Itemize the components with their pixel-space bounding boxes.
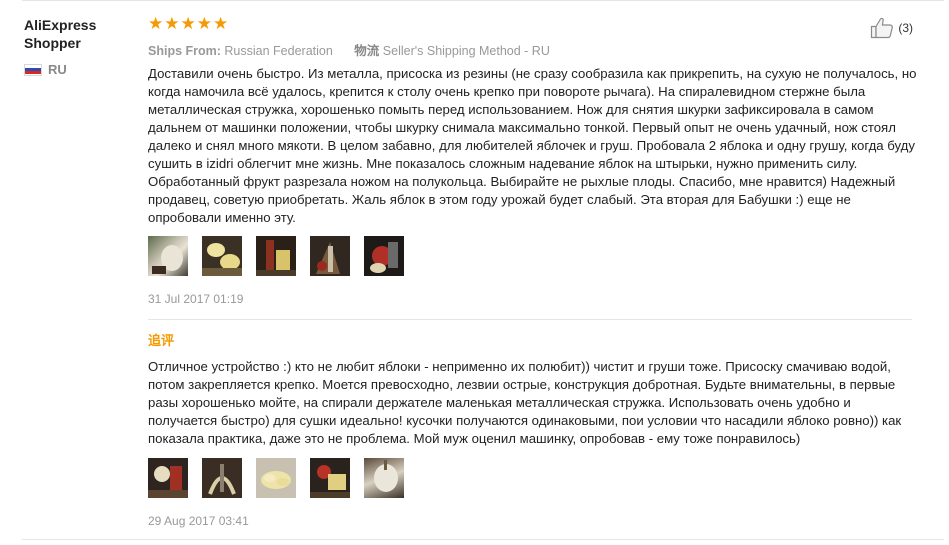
shipping-info: Ships From: Russian Federation 物流 Seller… [148,40,550,59]
star-rating: ★ ★ ★ ★ ★ [148,16,228,33]
helpful-count: (3) [898,21,913,35]
followup-photos [148,458,404,498]
followup-divider [148,319,912,320]
review-date: 31 Jul 2017 01:19 [148,292,244,306]
russia-flag-icon [24,63,42,76]
followup-photo-thumbnail[interactable] [148,458,188,498]
review-photo-thumbnail[interactable] [310,236,350,276]
review-photos [148,236,404,276]
bottom-divider [22,539,944,540]
review-text: Доставили очень быстро. Из металла, прис… [148,66,917,225]
star-icon: ★ [213,14,229,34]
thumbs-up-icon [871,17,894,39]
top-divider [22,0,944,1]
followup-photo-thumbnail[interactable] [310,458,350,498]
review-photo-thumbnail[interactable] [364,236,404,276]
followup-photo-thumbnail[interactable] [202,458,242,498]
star-icon: ★ [180,14,196,34]
shipping-method: Seller's Shipping Method - RU [382,44,550,58]
star-icon: ★ [164,14,180,34]
ships-from-value: Russian Federation [224,44,333,58]
star-icon: ★ [196,14,212,34]
followup-text: Отличное устройство :) кто не любит ябло… [148,359,902,446]
review-photo-thumbnail[interactable] [202,236,242,276]
country-code: RU [48,62,67,77]
helpful-button[interactable]: (3) [870,17,913,39]
review-photo-thumbnail[interactable] [256,236,296,276]
ships-from-label: Ships From: [148,44,221,58]
followup-photo-thumbnail[interactable] [364,458,404,498]
star-icon: ★ [148,14,164,34]
followup-label: 追评 [148,333,175,348]
followup-date: 29 Aug 2017 03:41 [148,514,249,528]
reviewer-name: AliExpress Shopper [24,17,97,51]
review-photo-thumbnail[interactable] [148,236,188,276]
logistics-label: 物流 [354,44,380,58]
followup-photo-thumbnail[interactable] [256,458,296,498]
reviewer-country: RU [24,62,67,77]
